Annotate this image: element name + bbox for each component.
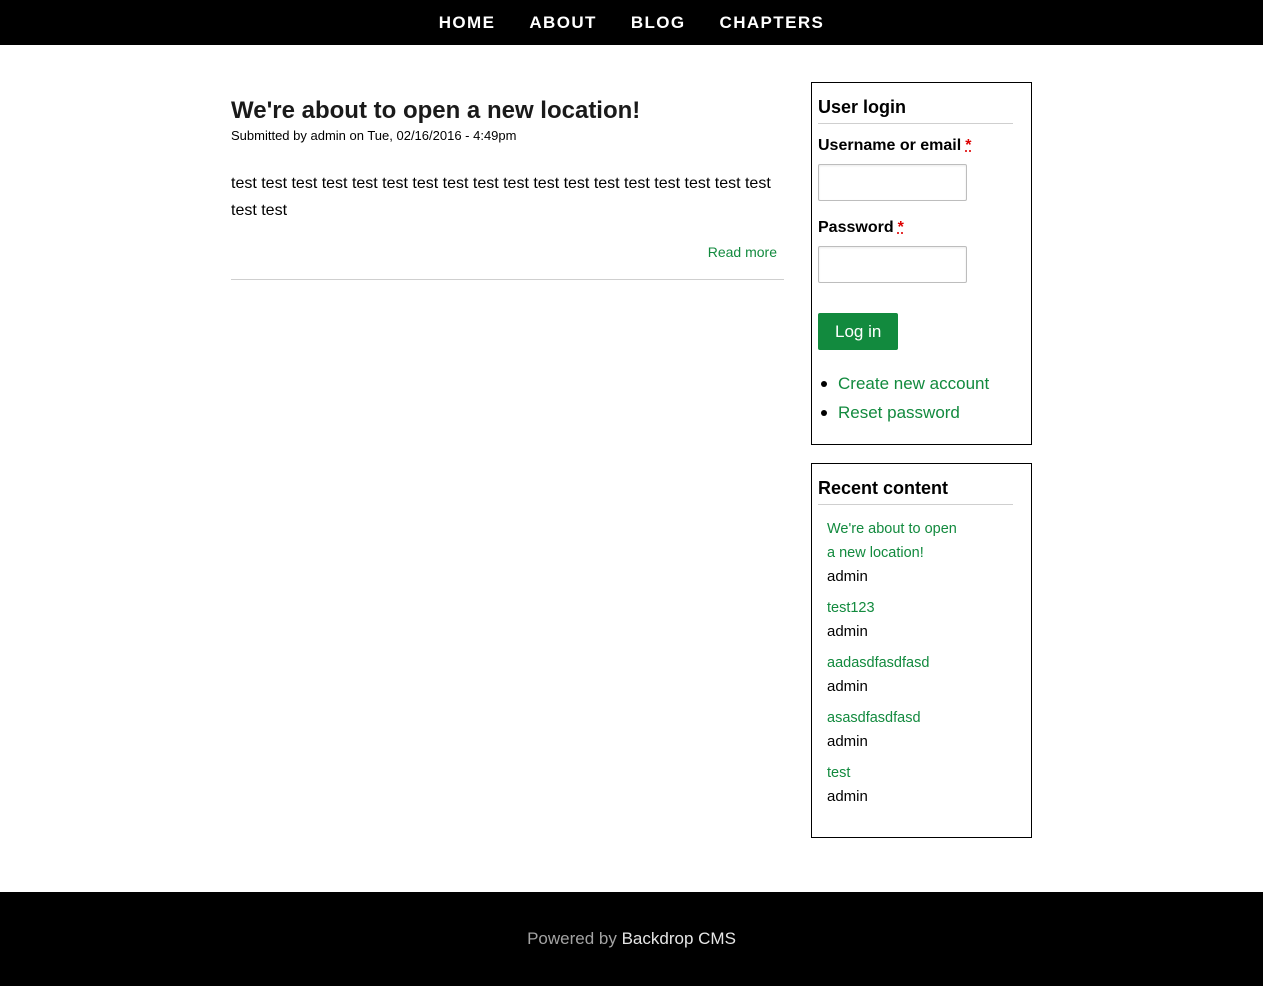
site-footer: Powered by Backdrop CMS <box>0 892 1263 986</box>
nav-item-blog[interactable]: BLOG <box>614 0 703 45</box>
password-label: Password * <box>818 218 1013 238</box>
recent-item-link[interactable]: aadasdfasdfasd <box>827 651 967 675</box>
recent-item-link[interactable]: asasdfasdfasd <box>827 706 967 730</box>
username-label: Username or email * <box>818 136 1013 156</box>
password-label-text: Password <box>818 219 894 236</box>
list-item: test admin <box>827 761 1013 809</box>
recent-item-link[interactable]: We're about to open a new location! <box>827 517 967 565</box>
recent-item-author: admin <box>827 623 868 640</box>
article-teaser: We're about to open a new location! Subm… <box>231 96 784 280</box>
create-account-link[interactable]: Create new account <box>838 374 989 393</box>
recent-content-title: Recent content <box>818 464 1013 505</box>
recent-item-link[interactable]: test <box>827 761 967 785</box>
recent-item-author: admin <box>827 733 868 750</box>
nav-item-chapters[interactable]: CHAPTERS <box>703 0 842 45</box>
list-item: Reset password <box>818 398 1013 427</box>
list-item: asasdfasdfasd admin <box>827 706 1013 754</box>
password-input[interactable] <box>818 246 967 283</box>
username-input[interactable] <box>818 164 967 201</box>
read-more-link[interactable]: Read more <box>708 244 777 260</box>
backdrop-cms-link[interactable]: Backdrop CMS <box>622 929 736 948</box>
list-item: Create new account <box>818 369 1013 398</box>
log-in-button[interactable]: Log in <box>818 313 899 350</box>
user-login-title: User login <box>818 83 1013 124</box>
recent-item-link[interactable]: test123 <box>827 596 967 620</box>
powered-by-text: Powered by Backdrop CMS <box>0 892 1263 986</box>
recent-item-author: admin <box>827 788 868 805</box>
list-item: test123 admin <box>827 596 1013 644</box>
user-login-block: User login Username or email * Password * … <box>811 82 1032 445</box>
recent-content-list: We're about to open a new location! admi… <box>818 517 1013 809</box>
login-links: Create new account Reset password <box>818 369 1013 427</box>
article-submitted-info: Submitted by admin on Tue, 02/16/2016 - … <box>231 128 517 143</box>
powered-by-prefix: Powered by <box>527 929 617 948</box>
list-item: We're about to open a new location! admi… <box>827 517 1013 589</box>
article-title[interactable]: We're about to open a new location! <box>231 96 784 126</box>
top-bar: HOME ABOUT BLOG CHAPTERS <box>0 0 1263 45</box>
recent-item-author: admin <box>827 678 868 695</box>
nav-item-home[interactable]: HOME <box>422 0 513 45</box>
reset-password-link[interactable]: Reset password <box>838 403 960 422</box>
article-divider <box>231 279 784 280</box>
username-label-text: Username or email <box>818 137 962 154</box>
article-body: test test test test test test test test … <box>231 175 771 219</box>
main-menu: HOME ABOUT BLOG CHAPTERS <box>0 0 1263 45</box>
list-item: aadasdfasdfasd admin <box>827 651 1013 699</box>
nav-item-about[interactable]: ABOUT <box>512 0 613 45</box>
recent-item-author: admin <box>827 568 868 585</box>
recent-content-block: Recent content We're about to open a new… <box>811 463 1032 838</box>
required-marker: * <box>897 219 904 236</box>
read-more-wrapper: Read more <box>231 244 784 262</box>
required-marker: * <box>965 137 972 154</box>
